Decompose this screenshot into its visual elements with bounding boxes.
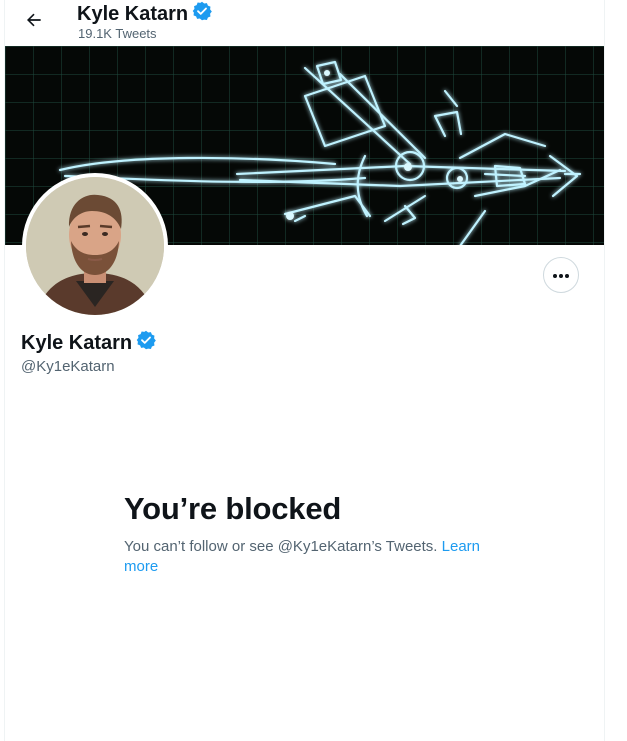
avatar[interactable] [22, 173, 168, 319]
profile-name-text: Kyle Katarn [21, 331, 133, 354]
profile-column: Kyle Katarn 19.1K Tweets Kyle Katarn @Ky… [4, 0, 605, 741]
tweet-count: 19.1K Tweets [78, 26, 157, 41]
verified-badge-icon[interactable] [136, 330, 156, 356]
more-options-button[interactable] [543, 257, 579, 293]
blocked-title: You’re blocked [124, 491, 342, 526]
verified-badge-icon[interactable] [192, 1, 212, 27]
top-bar: Kyle Katarn 19.1K Tweets [5, 0, 604, 45]
profile-handle: @Ky1eKatarn [21, 358, 115, 375]
more-dots-icon [552, 266, 570, 284]
blocked-message: You can’t follow or see @Ky1eKatarn’s Tw… [124, 537, 504, 577]
back-button[interactable] [17, 5, 51, 39]
profile-name: Kyle Katarn [21, 330, 156, 356]
header-name: Kyle Katarn [77, 2, 189, 25]
header-title: Kyle Katarn [77, 1, 212, 27]
arrow-left-icon [24, 10, 44, 35]
avatar-image [26, 177, 164, 315]
blocked-message-text: You can’t follow or see @Ky1eKatarn’s Tw… [124, 538, 442, 555]
